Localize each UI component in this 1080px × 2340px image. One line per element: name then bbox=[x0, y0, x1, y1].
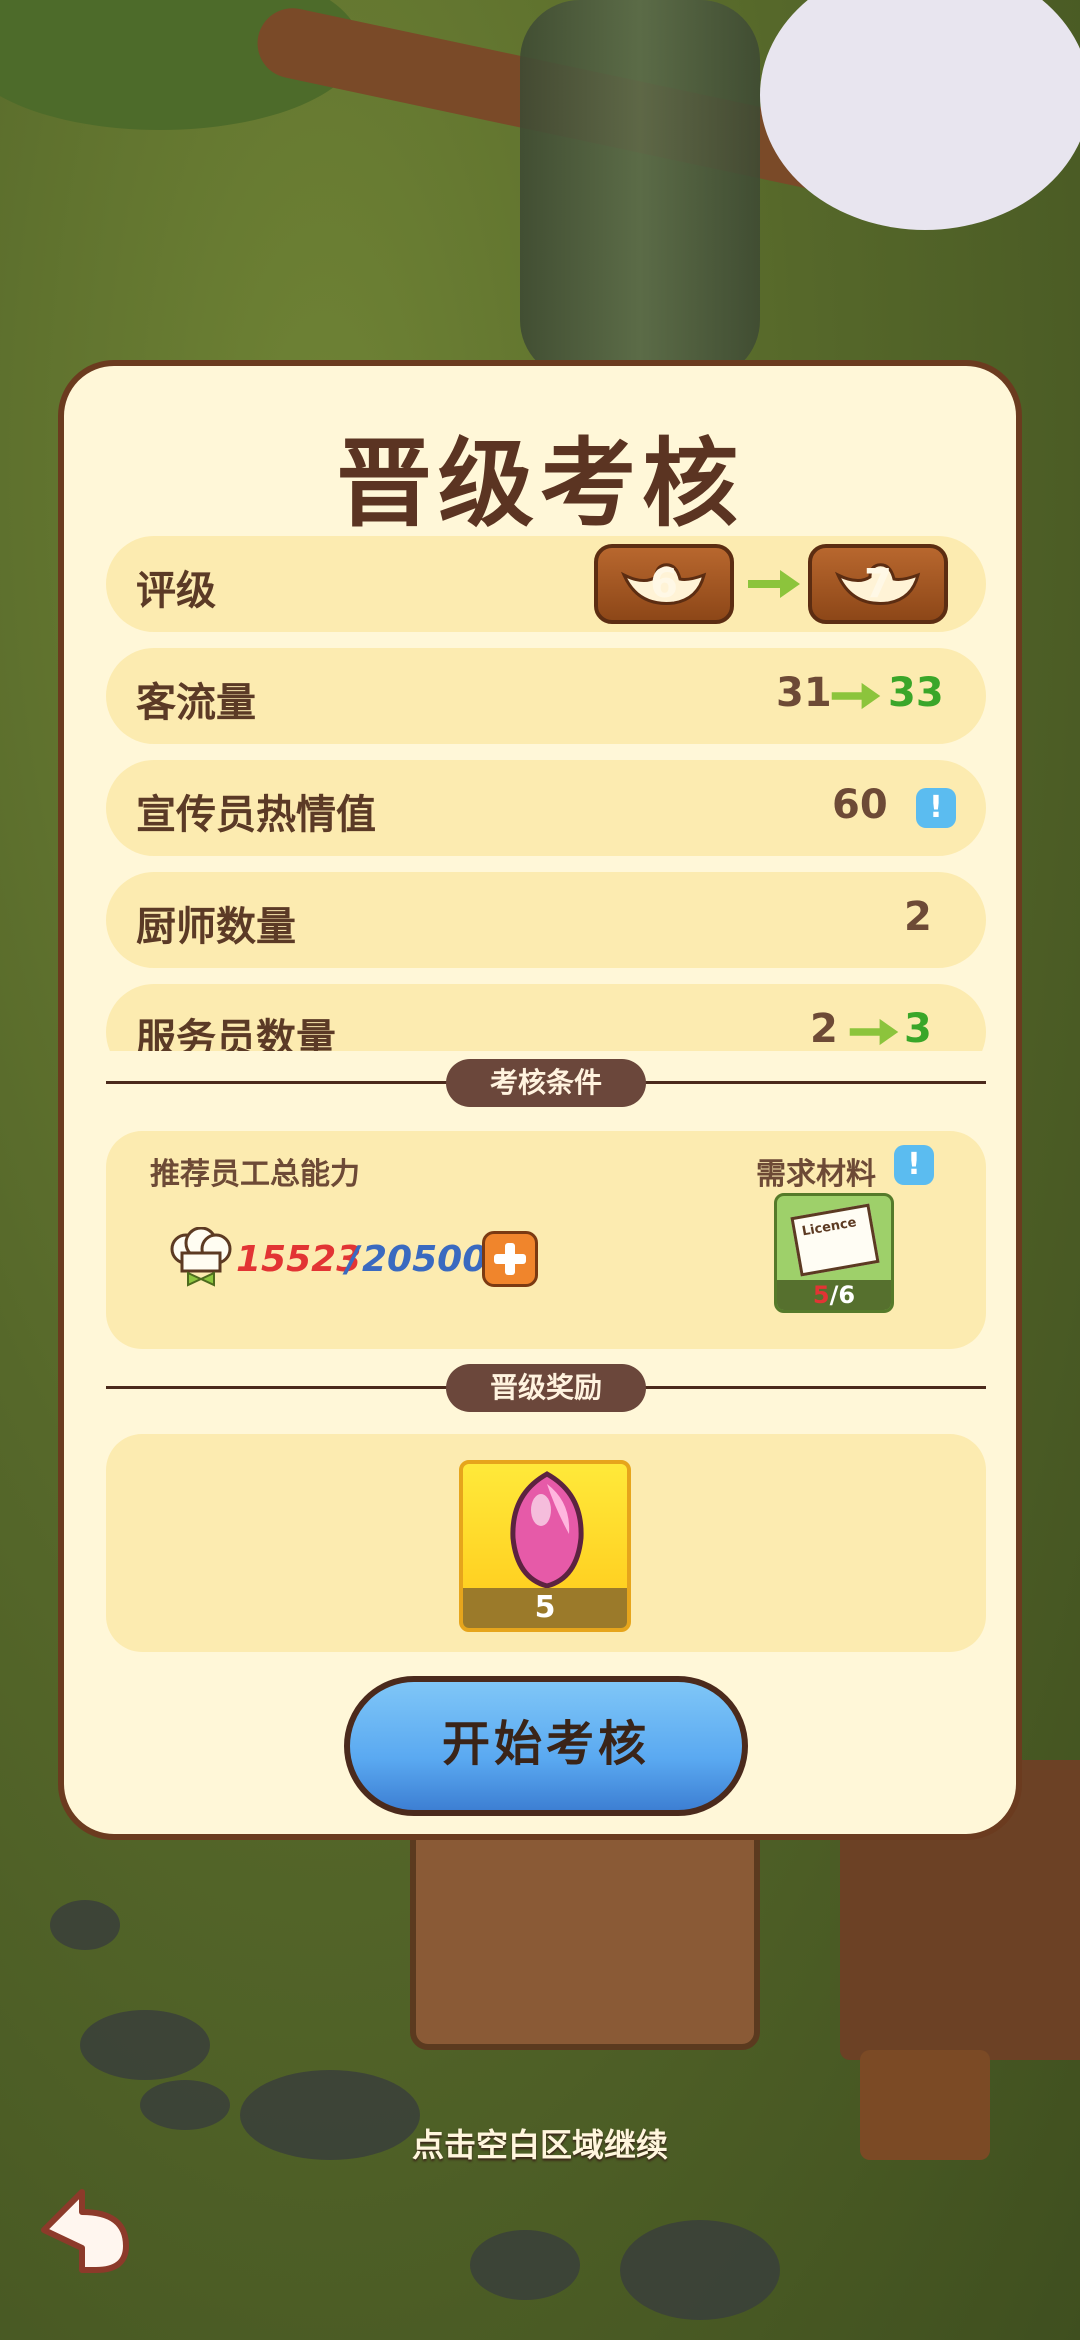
stat-label: 评级 bbox=[136, 568, 216, 614]
back-arrow-icon bbox=[41, 2189, 129, 2273]
stat-label: 宣传员热情值 bbox=[136, 792, 376, 838]
back-button[interactable] bbox=[36, 2180, 136, 2280]
material-need: 6 bbox=[838, 1281, 856, 1309]
conditions-panel: 推荐员工总能力 需求材料 ! 15523 / 20500 Licence 5/6 bbox=[106, 1131, 986, 1349]
enthusiasm-value: 60 bbox=[832, 782, 888, 828]
start-assessment-button[interactable]: 开始考核 bbox=[344, 1676, 748, 1816]
arrow-right-icon bbox=[849, 1018, 899, 1046]
arrow-right-icon bbox=[748, 570, 800, 598]
stat-label: 服务员数量 bbox=[136, 1016, 336, 1051]
add-ability-button[interactable] bbox=[482, 1231, 538, 1287]
ability-label: 推荐员工总能力 bbox=[150, 1157, 360, 1192]
material-slot[interactable]: Licence 5/6 bbox=[774, 1193, 894, 1313]
stat-row-chefs: 厨师数量 2 bbox=[106, 872, 986, 968]
stat-row-waiters: 服务员数量 2 3 bbox=[106, 984, 986, 1051]
stat-row-enthusiasm: 宣传员热情值 60 ! bbox=[106, 760, 986, 856]
reward-count: 5 bbox=[463, 1588, 627, 1628]
tree-trunk bbox=[520, 0, 760, 380]
waiters-from: 2 bbox=[810, 1006, 838, 1051]
rating-to: 7 bbox=[864, 561, 892, 607]
info-icon[interactable]: ! bbox=[916, 788, 956, 828]
licence-text: Licence bbox=[800, 1215, 858, 1240]
chef-hat-icon bbox=[170, 1227, 232, 1287]
traffic-from: 31 bbox=[776, 670, 832, 716]
rating-badge-current: 6 bbox=[594, 544, 734, 624]
stepping-stone bbox=[470, 2230, 580, 2300]
ability-separator: / bbox=[346, 1239, 360, 1280]
stat-row-traffic: 客流量 31 33 bbox=[106, 648, 986, 744]
materials-label: 需求材料 bbox=[756, 1157, 876, 1192]
stat-row-rating: 评级 6 7 bbox=[106, 536, 986, 632]
tap-to-continue-hint: 点击空白区域继续 bbox=[411, 2126, 668, 2164]
ability-current: 15523 bbox=[236, 1239, 362, 1280]
reward-panel: 5 bbox=[106, 1434, 986, 1652]
plus-icon bbox=[494, 1243, 526, 1275]
rating-from: 6 bbox=[650, 561, 678, 607]
stepping-stone bbox=[620, 2220, 780, 2320]
chefs-value: 2 bbox=[904, 894, 932, 940]
dialog-title: 晋级考核 bbox=[336, 428, 744, 540]
stat-label: 客流量 bbox=[136, 680, 256, 726]
waiters-to: 3 bbox=[904, 1006, 932, 1051]
stats-list[interactable]: 评级 6 7 客流量 31 33 宣传员热情值 60 ! 厨师数量 2 服务员数… bbox=[64, 536, 1028, 1051]
pink-gem-icon bbox=[510, 1471, 584, 1589]
promotion-dialog: 晋级考核 评级 6 7 客流量 31 33 宣传员热情值 60 ! 厨师数量 2… bbox=[58, 360, 1022, 1840]
stepping-stone bbox=[50, 1900, 120, 1950]
arrow-right-icon bbox=[831, 682, 881, 710]
licence-card-icon: Licence bbox=[790, 1203, 880, 1277]
conditions-header: 考核条件 bbox=[446, 1059, 646, 1107]
ability-target: 20500 bbox=[362, 1239, 488, 1280]
material-count: 5/6 bbox=[777, 1280, 891, 1310]
info-icon[interactable]: ! bbox=[894, 1145, 934, 1185]
material-have: 5 bbox=[812, 1281, 830, 1309]
reward-header: 晋级奖励 bbox=[446, 1364, 646, 1412]
stat-label: 厨师数量 bbox=[136, 904, 296, 950]
traffic-to: 33 bbox=[888, 670, 944, 716]
stepping-stone bbox=[80, 2010, 210, 2080]
rating-badge-next: 7 bbox=[808, 544, 948, 624]
reward-slot[interactable]: 5 bbox=[459, 1460, 631, 1632]
wooden-counter bbox=[410, 1820, 760, 2050]
